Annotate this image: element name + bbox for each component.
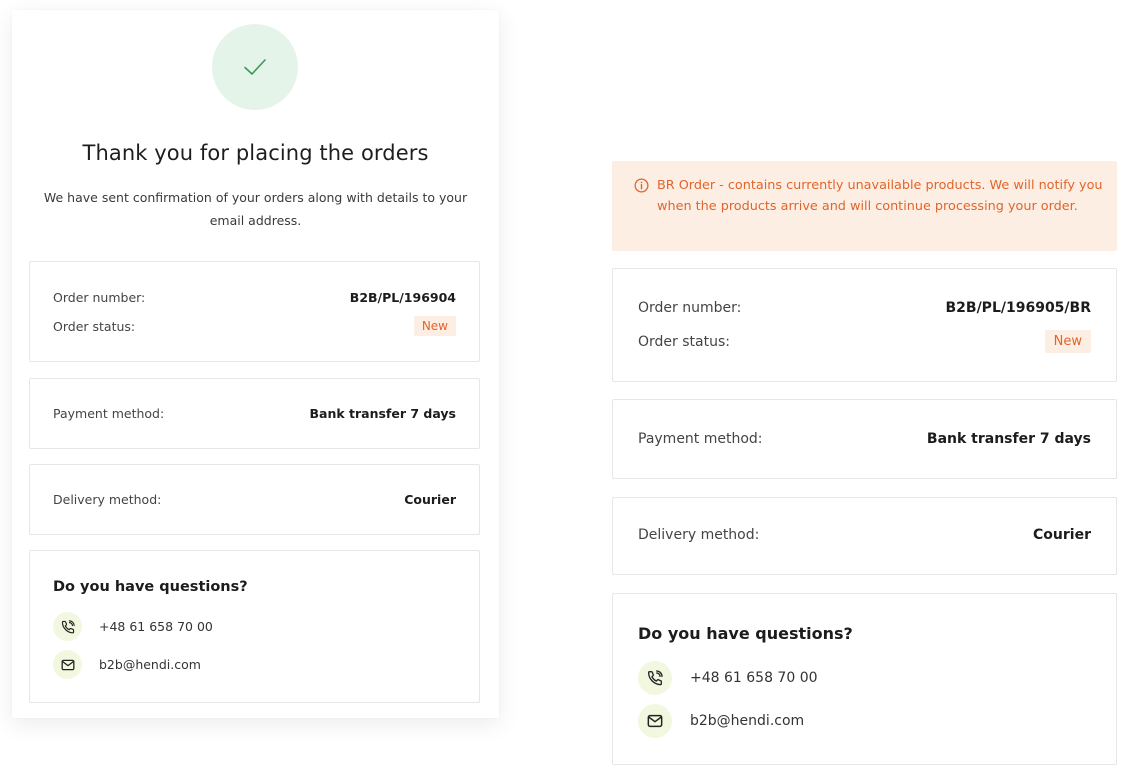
confirmation-message: We have sent confirmation of your orders… — [43, 190, 468, 228]
order-number-row: Order number: B2B/PL/196905/BR — [613, 300, 1116, 316]
phone-number: +48 61 658 70 00 — [690, 670, 818, 686]
delivery-method-label: Delivery method: — [53, 492, 162, 507]
order-info-card: Order number: B2B/PL/196905/BR Order sta… — [612, 268, 1117, 382]
phone-contact-link[interactable]: +48 61 658 70 00 — [638, 661, 818, 695]
status-badge: New — [413, 316, 456, 336]
delivery-method-value: Courier — [404, 492, 456, 507]
delivery-method-row: Delivery method: Courier — [30, 492, 479, 507]
phone-icon — [53, 612, 82, 641]
payment-method-label: Payment method: — [638, 431, 763, 447]
order-info-card: Order number: B2B/PL/196904 Order status… — [29, 261, 480, 362]
payment-method-row: Payment method: Bank transfer 7 days — [30, 406, 479, 421]
payment-method-label: Payment method: — [53, 406, 165, 421]
email-contact-link[interactable]: b2b@hendi.com — [638, 704, 804, 738]
questions-title: Do you have questions? — [638, 624, 853, 643]
phone-contact-link[interactable]: +48 61 658 70 00 — [53, 612, 213, 641]
order-status-row: Order status: New — [30, 316, 479, 336]
order-number-label: Order number: — [638, 300, 742, 316]
backorder-alert: BR Order - contains currently unavailabl… — [612, 161, 1117, 251]
alert-message: BR Order - contains currently unavailabl… — [657, 178, 1103, 214]
mail-icon — [53, 650, 82, 679]
order-number-row: Order number: B2B/PL/196904 — [30, 290, 479, 305]
payment-method-card: Payment method: Bank transfer 7 days — [612, 399, 1117, 479]
status-badge: New — [1044, 330, 1091, 353]
order-number-label: Order number: — [53, 290, 146, 305]
questions-title: Do you have questions? — [53, 579, 248, 595]
success-badge — [212, 24, 298, 110]
order-number-value: B2B/PL/196904 — [349, 290, 456, 305]
page-title: Thank you for placing the orders — [82, 141, 429, 165]
order-status-label: Order status: — [53, 318, 136, 334]
delivery-method-row: Delivery method: Courier — [613, 527, 1116, 543]
order-status-label: Order status: — [638, 333, 730, 350]
order-number-value: B2B/PL/196905/BR — [945, 300, 1091, 316]
delivery-method-value: Courier — [1033, 527, 1091, 543]
questions-card: Do you have questions? +48 61 658 70 00 … — [612, 593, 1117, 765]
info-icon — [634, 178, 649, 193]
payment-method-row: Payment method: Bank transfer 7 days — [613, 431, 1116, 447]
payment-method-value: Bank transfer 7 days — [309, 406, 456, 421]
mail-icon — [638, 704, 672, 738]
email-address: b2b@hendi.com — [690, 713, 805, 729]
delivery-method-card: Delivery method: Courier — [29, 464, 480, 535]
questions-card: Do you have questions? +48 61 658 70 00 … — [29, 550, 480, 703]
order-status-row: Order status: New — [613, 330, 1116, 353]
phone-icon — [638, 661, 672, 695]
delivery-method-label: Delivery method: — [638, 527, 760, 543]
phone-number: +48 61 658 70 00 — [99, 619, 213, 634]
email-contact-link[interactable]: b2b@hendi.com — [53, 650, 201, 679]
email-address: b2b@hendi.com — [99, 657, 201, 672]
payment-method-card: Payment method: Bank transfer 7 days — [29, 378, 480, 449]
payment-method-value: Bank transfer 7 days — [926, 431, 1091, 447]
delivery-method-card: Delivery method: Courier — [612, 497, 1117, 575]
check-icon — [244, 59, 266, 75]
